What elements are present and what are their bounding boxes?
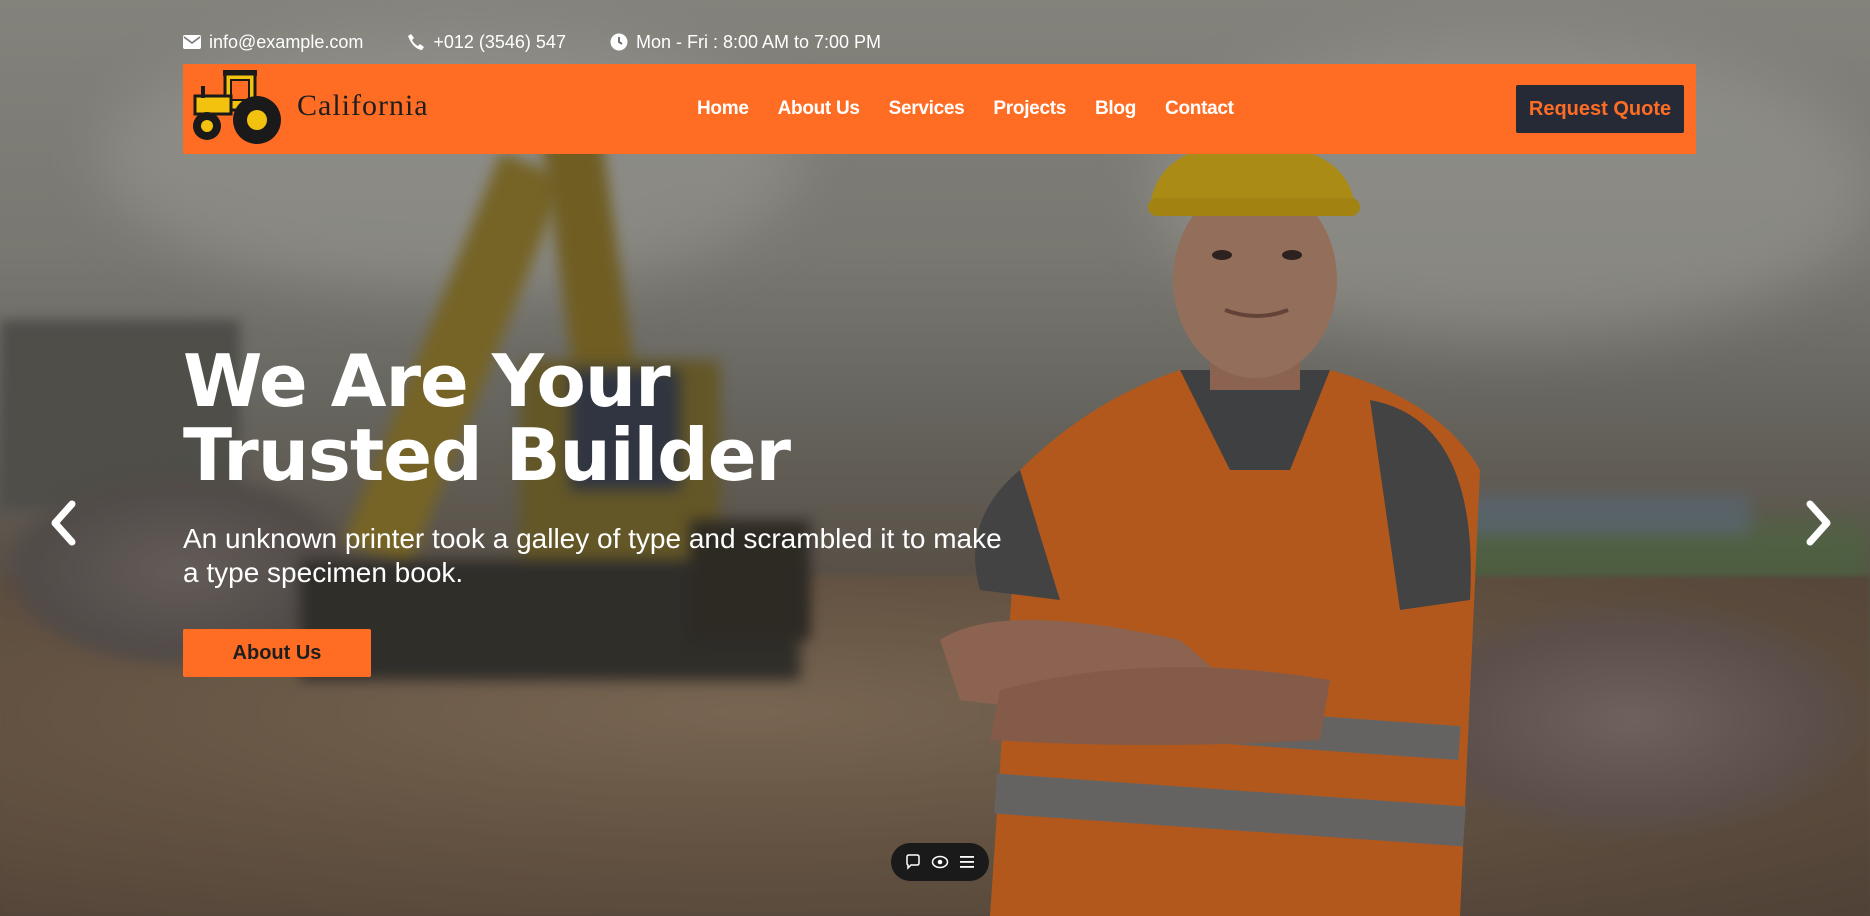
clock-icon xyxy=(610,33,628,51)
brand-logo[interactable]: California xyxy=(187,66,429,146)
main-navbar: California Home About Us Services Projec… xyxy=(183,64,1696,154)
primary-nav: Home About Us Services Projects Blog Con… xyxy=(697,64,1263,154)
about-us-button[interactable]: About Us xyxy=(183,629,371,677)
email-text: info@example.com xyxy=(209,31,364,52)
hero-title-line-2: Trusted Builder xyxy=(183,413,791,497)
eye-icon[interactable] xyxy=(930,852,950,872)
tractor-logo-icon xyxy=(193,70,281,144)
carousel-prev-button[interactable] xyxy=(40,500,86,546)
nav-projects[interactable]: Projects xyxy=(993,98,1066,120)
brand-name: California xyxy=(297,89,429,122)
hours-text: Mon - Fri : 8:00 AM to 7:00 PM xyxy=(635,31,882,52)
hero-title: We Are Your Trusted Builder xyxy=(183,339,791,497)
email-contact[interactable]: info@example.com xyxy=(183,32,363,53)
nav-blog[interactable]: Blog xyxy=(1095,98,1136,120)
floating-toolbar xyxy=(891,843,989,881)
nav-services[interactable]: Services xyxy=(889,98,965,120)
nav-about-us[interactable]: About Us xyxy=(778,98,860,120)
chevron-left-icon xyxy=(51,500,76,546)
chevron-right-icon xyxy=(1806,500,1831,546)
request-quote-button[interactable]: Request Quote xyxy=(1516,85,1684,133)
hours-info: Mon - Fri : 8:00 AM to 7:00 PM xyxy=(610,32,881,53)
phone-icon xyxy=(407,33,425,51)
nav-home[interactable]: Home xyxy=(697,98,749,120)
menu-icon[interactable] xyxy=(957,852,977,872)
envelope-icon xyxy=(183,33,201,51)
hero-subtitle: An unknown printer took a galley of type… xyxy=(183,523,1002,588)
contact-bar: info@example.com +012 (3546) 547 Mon - F… xyxy=(183,30,925,54)
chat-icon[interactable] xyxy=(903,852,923,872)
carousel-next-button[interactable] xyxy=(1796,500,1842,546)
phone-contact[interactable]: +012 (3546) 547 xyxy=(407,32,566,53)
hero-title-line-1: We Are Your xyxy=(183,339,671,423)
nav-contact[interactable]: Contact xyxy=(1165,98,1234,120)
phone-text: +012 (3546) 547 xyxy=(433,31,566,52)
